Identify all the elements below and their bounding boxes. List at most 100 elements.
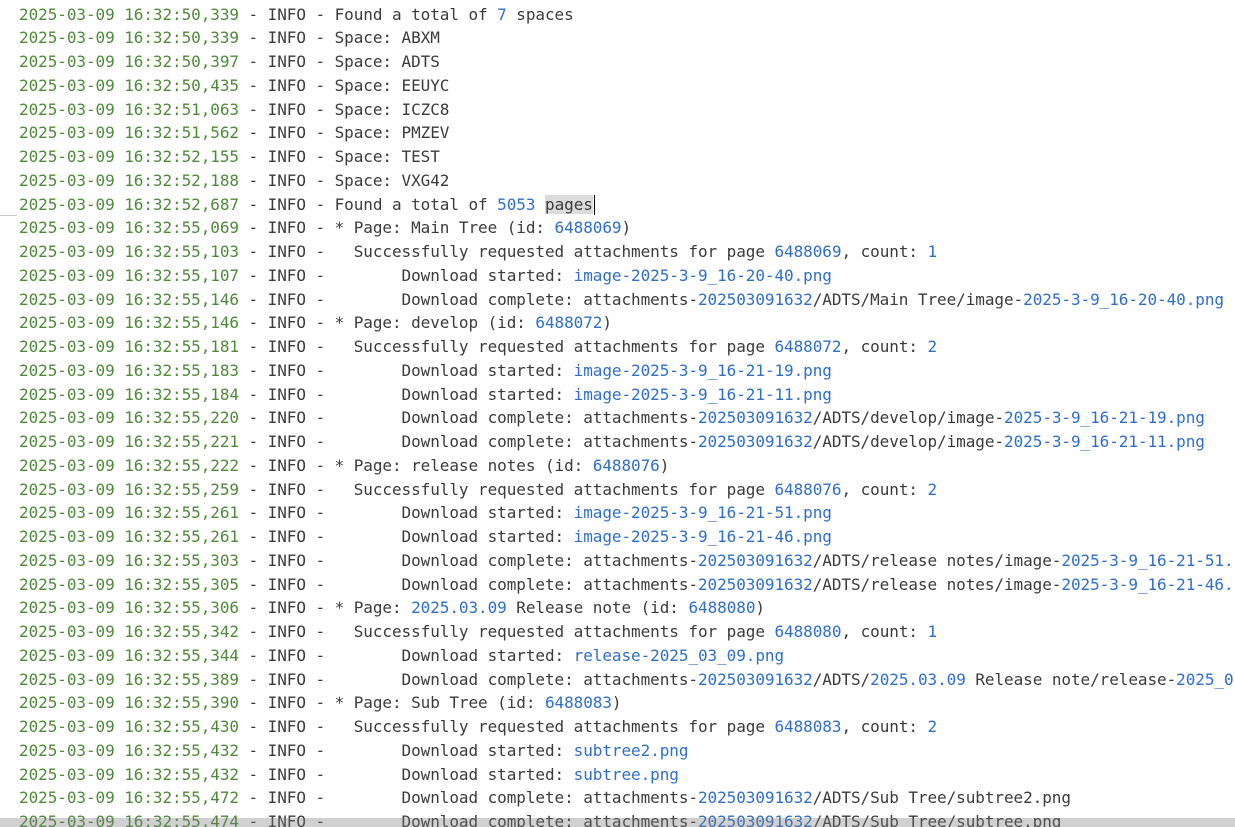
log-timestamp: 2025-03-09 16:32:55,222 bbox=[19, 455, 239, 475]
log-text: /ADTS/develop/image- bbox=[812, 408, 1004, 428]
log-text: - INFO - Download complete: attachments- bbox=[238, 788, 699, 808]
log-line: 2025-03-09 16:32:55,344 - INFO - Downloa… bbox=[19, 644, 784, 668]
log-filename: subtree.png bbox=[573, 764, 679, 784]
log-filename: 2025-3-9_16-21-11.png bbox=[1004, 432, 1205, 451]
log-timestamp: 2025-03-09 16:32:55,390 bbox=[19, 693, 239, 713]
log-line: 2025-03-09 16:32:55,181 - INFO - Success… bbox=[19, 335, 937, 359]
log-line: 2025-03-09 16:32:55,342 - INFO - Success… bbox=[19, 620, 937, 644]
log-timestamp: 2025-03-09 16:32:55,432 bbox=[19, 740, 239, 760]
log-text: - INFO - Space: ICZC8 bbox=[238, 99, 450, 119]
log-text: , count: bbox=[841, 479, 928, 499]
log-timestamp: 2025-03-09 16:32:52,155 bbox=[19, 147, 239, 166]
log-text: - INFO - Download complete: attachments- bbox=[238, 669, 699, 689]
log-number: 6488072 bbox=[535, 313, 603, 333]
log-text: Release note/release- bbox=[965, 669, 1177, 689]
log-filename: release-2025_03_09.png bbox=[573, 645, 785, 665]
log-timestamp: 2025-03-09 16:32:55,107 bbox=[19, 265, 239, 285]
log-timestamp: 2025-03-09 16:32:51,063 bbox=[19, 99, 239, 119]
log-filename: image-2025-3-9_16-21-46.png bbox=[573, 527, 832, 546]
log-number: 2025.03.09 bbox=[870, 669, 966, 689]
log-timestamp: 2025-03-09 16:32:55,303 bbox=[19, 550, 239, 570]
log-text: - INFO - Successfully requested attachme… bbox=[238, 479, 775, 499]
log-timestamp: 2025-03-09 16:32:52,687 bbox=[19, 194, 239, 214]
log-text: ) bbox=[659, 455, 670, 475]
log-text: - INFO - Space: TEST bbox=[238, 147, 440, 166]
log-number: 2 bbox=[927, 337, 938, 356]
log-timestamp: 2025-03-09 16:32:55,146 bbox=[19, 289, 239, 309]
log-text: /ADTS/develop/image- bbox=[812, 432, 1004, 451]
log-text: ) bbox=[621, 218, 632, 238]
log-line: 2025-03-09 16:32:55,259 - INFO - Success… bbox=[19, 478, 937, 502]
log-text: - INFO - Successfully requested attachme… bbox=[238, 717, 775, 736]
log-line: 2025-03-09 16:32:55,432 - INFO - Downloa… bbox=[19, 739, 688, 763]
log-line: 2025-03-09 16:32:55,220 - INFO - Downloa… bbox=[19, 406, 1205, 430]
log-editor[interactable]: 2025-03-09 16:32:50,339 - INFO - Found a… bbox=[0, 0, 1235, 827]
log-filename: 2025_0 bbox=[1176, 669, 1234, 689]
log-text: spaces bbox=[506, 4, 574, 24]
log-text: - INFO - Download complete: attachments- bbox=[238, 432, 699, 451]
log-text: , count: bbox=[841, 242, 928, 261]
log-timestamp: 2025-03-09 16:32:51,562 bbox=[19, 123, 239, 143]
log-text: , count: bbox=[841, 622, 928, 641]
log-text: - INFO - Download started: bbox=[238, 265, 574, 285]
log-line: 2025-03-09 16:32:55,305 - INFO - Downloa… bbox=[19, 573, 1234, 597]
log-text: - INFO - Download started: bbox=[238, 764, 574, 784]
log-text: - INFO - Space: VXG42 bbox=[238, 170, 450, 190]
log-timestamp: 2025-03-09 16:32:55,432 bbox=[19, 764, 239, 784]
log-timestamp: 2025-03-09 16:32:55,472 bbox=[19, 788, 239, 808]
log-line: 2025-03-09 16:32:55,261 - INFO - Downloa… bbox=[19, 501, 832, 525]
log-text: /ADTS/ bbox=[812, 669, 871, 689]
log-text: - INFO - Download started: bbox=[238, 527, 574, 546]
log-text: - INFO - Space: ADTS bbox=[238, 52, 440, 71]
log-timestamp: 2025-03-09 16:32:55,261 bbox=[19, 527, 239, 546]
log-number: 202503091632 bbox=[697, 574, 813, 594]
log-number: 202503091632 bbox=[697, 408, 813, 428]
text-caret bbox=[593, 195, 595, 215]
selection-highlight: pages bbox=[545, 194, 593, 214]
log-timestamp: 2025-03-09 16:32:50,339 bbox=[19, 28, 239, 48]
log-text: - INFO - * Page: bbox=[238, 598, 412, 618]
log-text: - INFO - Space: PMZEV bbox=[238, 123, 450, 143]
log-line: 2025-03-09 16:32:55,261 - INFO - Downloa… bbox=[19, 525, 832, 549]
log-text: - INFO - Space: EEUYC bbox=[238, 75, 450, 95]
log-number: 7 bbox=[497, 4, 507, 24]
log-filename: 2025-3-9_16-20-40.png bbox=[1023, 289, 1224, 309]
log-text: ) bbox=[611, 693, 622, 713]
log-number: 6488069 bbox=[774, 242, 842, 261]
log-line: 2025-03-09 16:32:55,146 - INFO - Downloa… bbox=[19, 288, 1224, 312]
log-timestamp: 2025-03-09 16:32:55,305 bbox=[19, 574, 239, 594]
log-number: 202503091632 bbox=[697, 788, 813, 808]
log-timestamp: 2025-03-09 16:32:55,306 bbox=[19, 598, 239, 618]
log-text: - INFO - Download started: bbox=[238, 740, 574, 760]
log-text: - INFO - Download started: bbox=[238, 503, 574, 523]
log-filename: 2025-3-9_16-21-46. bbox=[1061, 574, 1234, 594]
log-text: , count: bbox=[841, 337, 928, 356]
log-text: ) bbox=[602, 313, 612, 333]
log-line: 2025-03-09 16:32:55,430 - INFO - Success… bbox=[19, 715, 937, 739]
log-line: 2025-03-09 16:32:50,339 - INFO - Space: … bbox=[19, 26, 440, 50]
log-line: 2025-03-09 16:32:55,103 - INFO - Success… bbox=[19, 240, 937, 264]
log-number: 5053 bbox=[497, 194, 536, 214]
horizontal-scrollbar[interactable] bbox=[0, 818, 1235, 827]
log-line: 2025-03-09 16:32:52,188 - INFO - Space: … bbox=[19, 169, 449, 193]
log-timestamp: 2025-03-09 16:32:55,389 bbox=[19, 669, 239, 689]
log-line: 2025-03-09 16:32:50,339 - INFO - Found a… bbox=[19, 3, 574, 27]
log-text: /ADTS/Sub Tree/subtree2.png bbox=[812, 788, 1071, 808]
log-filename: image-2025-3-9_16-20-40.png bbox=[573, 265, 832, 285]
log-line: 2025-03-09 16:32:55,306 - INFO - * Page:… bbox=[19, 596, 765, 620]
log-number: 6488069 bbox=[554, 218, 622, 238]
log-timestamp: 2025-03-09 16:32:55,220 bbox=[19, 408, 239, 428]
current-line-marker bbox=[0, 214, 17, 216]
log-line: 2025-03-09 16:32:55,222 - INFO - * Page:… bbox=[19, 454, 669, 478]
log-timestamp: 2025-03-09 16:32:55,344 bbox=[19, 645, 239, 665]
log-text: ) bbox=[755, 598, 765, 618]
log-number: 202503091632 bbox=[697, 669, 813, 689]
log-text: - INFO - * Page: release notes (id: bbox=[238, 455, 593, 475]
log-number: 202503091632 bbox=[697, 550, 813, 570]
log-number: 6488076 bbox=[592, 455, 660, 475]
log-line: 2025-03-09 16:32:55,183 - INFO - Downloa… bbox=[19, 359, 832, 383]
log-line: 2025-03-09 16:32:55,472 - INFO - Downloa… bbox=[19, 786, 1071, 810]
log-line: 2025-03-09 16:32:51,063 - INFO - Space: … bbox=[19, 98, 449, 122]
log-text: - INFO - Successfully requested attachme… bbox=[238, 622, 775, 641]
